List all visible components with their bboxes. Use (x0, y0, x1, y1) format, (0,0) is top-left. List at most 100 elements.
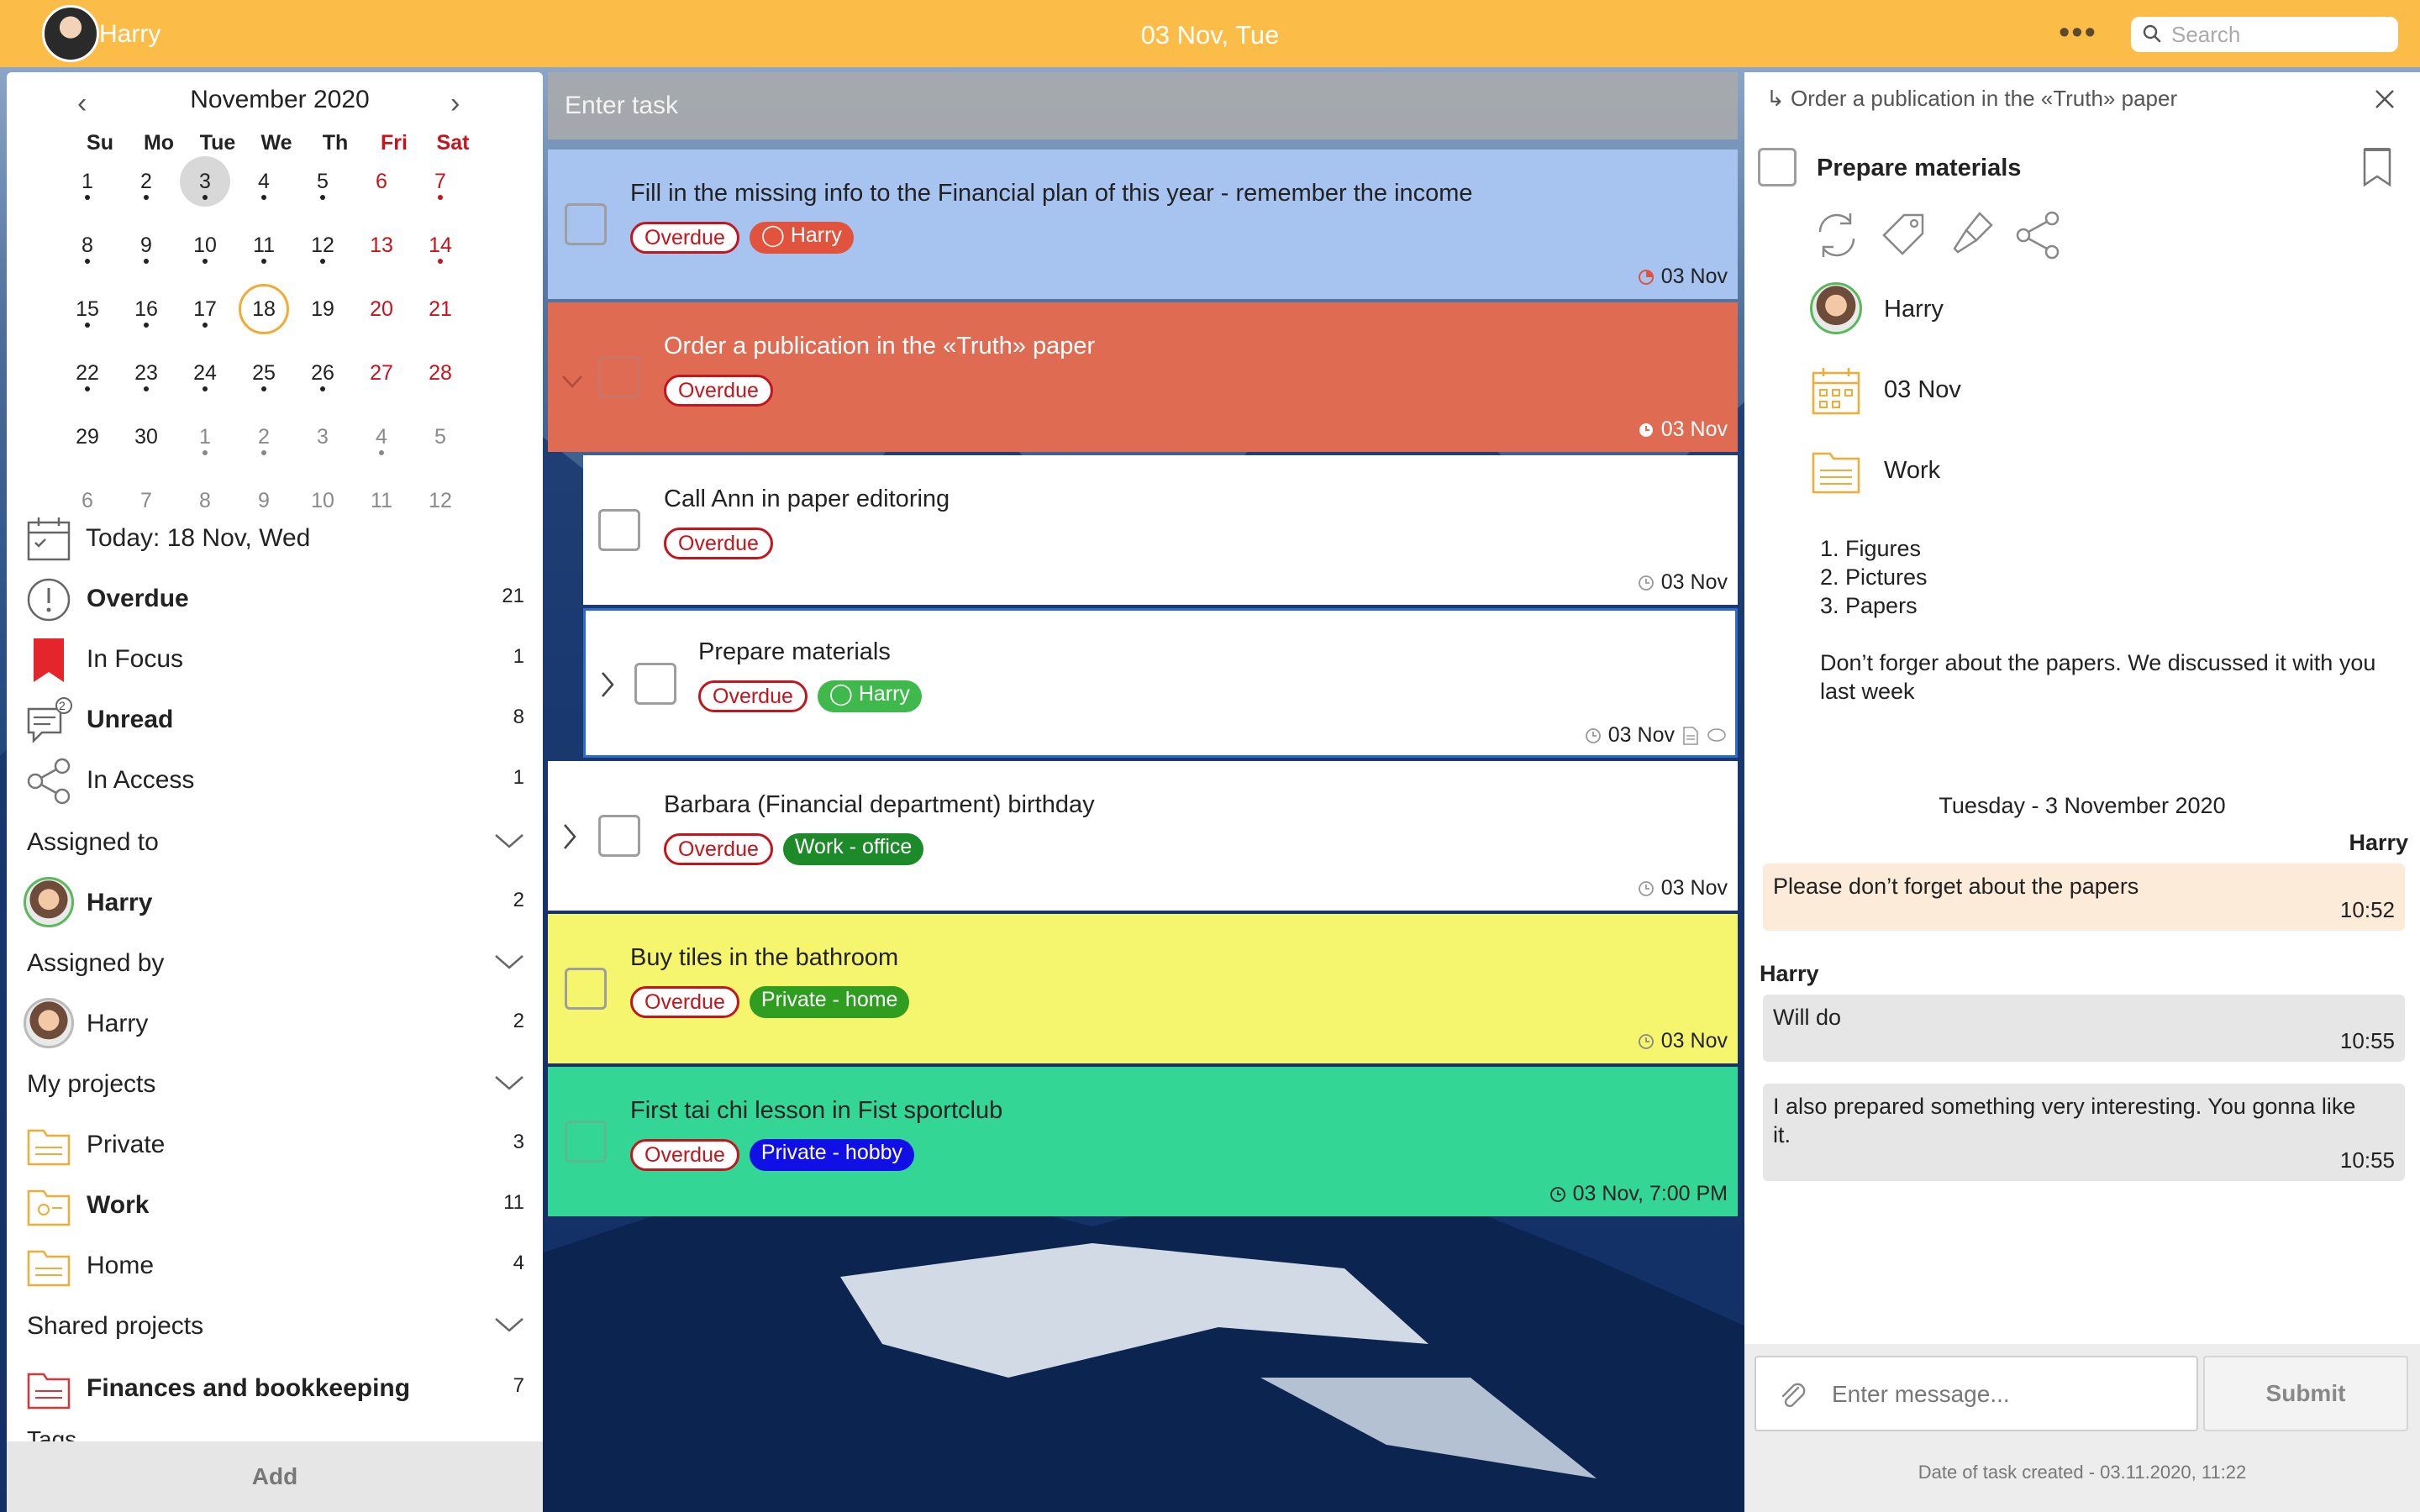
parent-task-link[interactable]: ↳ Order a publication in the «Truth» pap… (1766, 86, 2177, 112)
calendar-day[interactable]: 17 (180, 284, 230, 334)
detail-date[interactable]: 03 Nov (1884, 376, 1961, 404)
sidebar-item-in-focus[interactable]: In Focus 1 (7, 633, 543, 684)
detail-task-checkbox[interactable] (1758, 148, 1797, 186)
search-input[interactable] (2171, 22, 2390, 47)
sidebar-item-project-private[interactable]: Private 3 (7, 1119, 543, 1169)
calendar-day[interactable]: 13 (356, 220, 407, 270)
calendar-day[interactable]: 12 (297, 220, 348, 270)
folder-icon[interactable] (1810, 445, 1862, 497)
user-name[interactable]: Harry (99, 20, 160, 49)
calendar-day[interactable]: 2 (239, 412, 289, 462)
sidebar-item-unread[interactable]: 2 Unread 8 (7, 694, 543, 744)
section-shared-projects[interactable]: Shared projects (7, 1302, 543, 1347)
detail-task-title[interactable]: Prepare materials (1817, 155, 2021, 182)
calendar-day[interactable]: 16 (121, 284, 171, 334)
sidebar-item-project-work[interactable]: Work 11 (7, 1179, 543, 1230)
calendar-day[interactable]: 22 (62, 348, 113, 398)
sidebar-item-overdue[interactable]: Overdue 21 (7, 573, 543, 623)
task-checkbox[interactable] (598, 356, 640, 398)
user-avatar[interactable] (42, 5, 99, 62)
calendar-day[interactable]: 11 (239, 220, 289, 270)
chevron-down-icon[interactable] (492, 828, 526, 853)
sidebar-item-in-access[interactable]: In Access 1 (7, 754, 543, 805)
close-icon[interactable] (2370, 84, 2400, 114)
task-checkbox[interactable] (565, 1121, 607, 1163)
detail-project[interactable]: Work (1884, 457, 1940, 485)
task-checkbox[interactable] (598, 509, 640, 551)
calendar-day[interactable]: 23 (121, 348, 171, 398)
calendar-day[interactable]: 4 (356, 412, 407, 462)
task-card[interactable]: Buy tiles in the bathroom Overdue Privat… (548, 914, 1738, 1063)
enter-task-input[interactable] (565, 89, 1657, 123)
calendar-day[interactable]: 5 (297, 156, 348, 207)
chevron-down-icon[interactable] (492, 1070, 526, 1095)
section-my-projects[interactable]: My projects (7, 1060, 543, 1105)
task-card[interactable]: Fill in the missing info to the Financia… (548, 150, 1738, 299)
calendar-day[interactable]: 6 (356, 156, 407, 207)
calendar-day[interactable]: 4 (239, 156, 289, 207)
task-checkbox[interactable] (598, 815, 640, 857)
chevron-down-icon[interactable] (560, 365, 585, 398)
calendar-day[interactable]: 19 (297, 284, 348, 334)
detail-assignee[interactable]: Harry (1884, 296, 1944, 323)
calendar-day[interactable]: 28 (415, 348, 466, 398)
calendar-day[interactable]: 14 (415, 220, 466, 270)
add-button[interactable]: Add (7, 1441, 543, 1512)
calendar-day[interactable]: 10 (180, 220, 230, 270)
task-card[interactable]: Order a publication in the «Truth» paper… (548, 302, 1738, 452)
calendar-day[interactable]: 1 (62, 156, 113, 207)
calendar-day[interactable]: 25 (239, 348, 289, 398)
calendar-day[interactable]: 2 (121, 156, 171, 207)
task-card-selected[interactable]: Prepare materials Overdue ◯ Harry 03 Nov (583, 608, 1738, 758)
calendar-day[interactable]: 1 (180, 412, 230, 462)
sidebar-item-assigned-to-harry[interactable]: Harry 2 (7, 877, 543, 927)
task-note[interactable]: Don’t forger about the papers. We discus… (1820, 648, 2400, 706)
share-icon[interactable] (2010, 207, 2067, 264)
calendar-day[interactable]: 21 (415, 284, 466, 334)
more-menu-button[interactable]: ••• (2059, 17, 2097, 49)
chevron-down-icon[interactable] (492, 1312, 526, 1337)
task-checkbox[interactable] (565, 203, 607, 245)
section-assigned-to[interactable]: Assigned to (7, 818, 543, 864)
repeat-icon[interactable] (1808, 207, 1865, 264)
calendar-day[interactable]: 18 (239, 284, 289, 334)
task-card[interactable]: First tai chi lesson in Fist sportclub O… (548, 1067, 1738, 1216)
sidebar-item-project-finances[interactable]: Finances and bookkeeping 7 (7, 1362, 543, 1413)
tag-icon[interactable] (1876, 207, 1933, 264)
sidebar-item-assigned-by-harry[interactable]: Harry 2 (7, 998, 543, 1048)
calendar-day[interactable]: 24 (180, 348, 230, 398)
sidebar-item-today[interactable]: Today: 18 Nov, Wed (7, 512, 543, 563)
calendar-day[interactable]: 7 (415, 156, 466, 207)
task-card[interactable]: Barbara (Financial department) birthday … (548, 761, 1738, 911)
assignee-avatar[interactable] (1810, 282, 1862, 334)
calendar-day[interactable]: 3 (180, 156, 230, 207)
sidebar-item-project-home[interactable]: Home 4 (7, 1240, 543, 1290)
calendar-day[interactable]: 9 (121, 220, 171, 270)
task-checkbox[interactable] (634, 663, 676, 705)
task-checkbox[interactable] (565, 968, 607, 1010)
paperclip-icon[interactable] (1776, 1379, 1808, 1411)
task-card[interactable]: Call Ann in paper editoring Overdue 03 N… (583, 455, 1738, 605)
search-box[interactable] (2131, 17, 2398, 52)
calendar-day[interactable]: 15 (62, 284, 113, 334)
calendar-day[interactable]: 20 (356, 284, 407, 334)
chevron-right-icon[interactable] (556, 820, 581, 853)
calendar-day[interactable]: 26 (297, 348, 348, 398)
bookmark-icon[interactable] (2360, 146, 2395, 188)
section-tags-partial[interactable]: Tags (27, 1426, 76, 1443)
calendar-day[interactable]: 29 (62, 412, 113, 462)
calendar-day[interactable]: 3 (297, 412, 348, 462)
calendar-prev-month-button[interactable]: ‹ (77, 87, 87, 120)
calendar-next-month-button[interactable]: › (450, 87, 460, 120)
section-assigned-by[interactable]: Assigned by (7, 939, 543, 984)
submit-button[interactable]: Submit (2203, 1356, 2408, 1431)
calendar-day[interactable]: 27 (356, 348, 407, 398)
calendar-day[interactable]: 5 (415, 412, 466, 462)
calendar-day[interactable]: 30 (121, 412, 171, 462)
chevron-right-icon[interactable] (594, 668, 619, 701)
message-input[interactable] (1832, 1378, 2185, 1411)
paintbrush-icon[interactable] (1943, 207, 2000, 264)
chevron-down-icon[interactable] (492, 949, 526, 974)
calendar-icon[interactable] (1810, 365, 1862, 417)
message-input-wrap[interactable] (1754, 1356, 2198, 1431)
